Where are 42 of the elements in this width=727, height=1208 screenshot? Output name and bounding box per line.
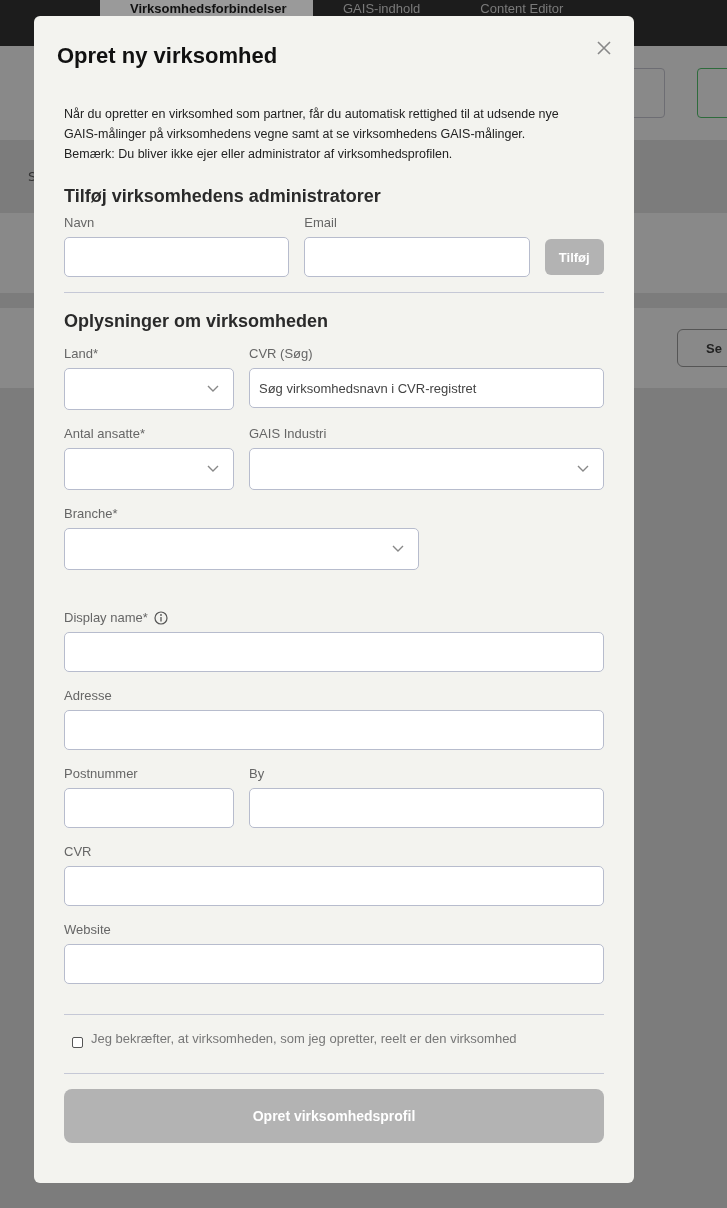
field-label: Branche* [64,506,118,521]
checkbox[interactable] [72,1037,83,1048]
background-tab[interactable]: Content Editor [450,0,594,46]
field-label: Postnummer [64,766,138,781]
field-label: CVR [64,844,92,859]
field-label: Antal ansatte* [64,426,145,441]
chevron-down-icon [392,545,404,553]
field-label: Navn [64,215,96,230]
section-heading: Oplysninger om virksomheden [64,311,330,332]
input-field[interactable] [64,866,604,906]
info-icon[interactable] [153,611,168,625]
chevron-down-icon [207,385,219,393]
dropdown[interactable] [249,448,604,490]
field-label: Website [64,922,111,937]
field-label: Adresse [64,688,112,703]
input-field[interactable] [304,237,530,277]
input-field[interactable] [64,710,604,750]
dropdown[interactable] [64,448,234,490]
field-label: Display name* [64,610,148,625]
input-field[interactable] [64,788,234,828]
field-label: Land* [64,346,98,361]
intro-text: Når du opretter en virksomhed som partner, får du automatisk rettighed til at udsende nye GAIS-målinger på virksomhedens vegne samt at se virksomhedens GAIS-målinger. Bemærk: Du bliver ikke ejer eller administrator af virksomhedsprofilen. [64,106,560,163]
section-heading: Tilføj virksomhedens administratorer [64,186,382,207]
input-field[interactable] [64,632,604,672]
field-label: CVR (Søg) [249,346,313,361]
input-field[interactable] [64,237,290,277]
chevron-down-icon [577,465,589,473]
dropdown[interactable] [64,528,419,570]
input-field[interactable] [249,788,604,828]
dropdown[interactable] [64,368,234,410]
search-field[interactable]: Søg virksomhedsnavn i CVR-registret [249,368,604,408]
field-label: Email [304,215,338,230]
chevron-down-icon [207,465,219,473]
input-field[interactable] [64,944,604,984]
field-label: By [249,766,265,781]
checkbox-label: Jeg bekræfter, at virksomheden, som jeg opretter, reelt er den virksomhed [91,1031,517,1046]
close-icon[interactable] [597,41,611,55]
background-tab[interactable]: GAIS-indhold [313,0,451,46]
dialog-title: Opret ny virksomhed [57,43,278,69]
background-box [697,68,727,118]
field-label: GAIS Industri [249,426,327,441]
background-button[interactable]: Se [677,329,727,367]
